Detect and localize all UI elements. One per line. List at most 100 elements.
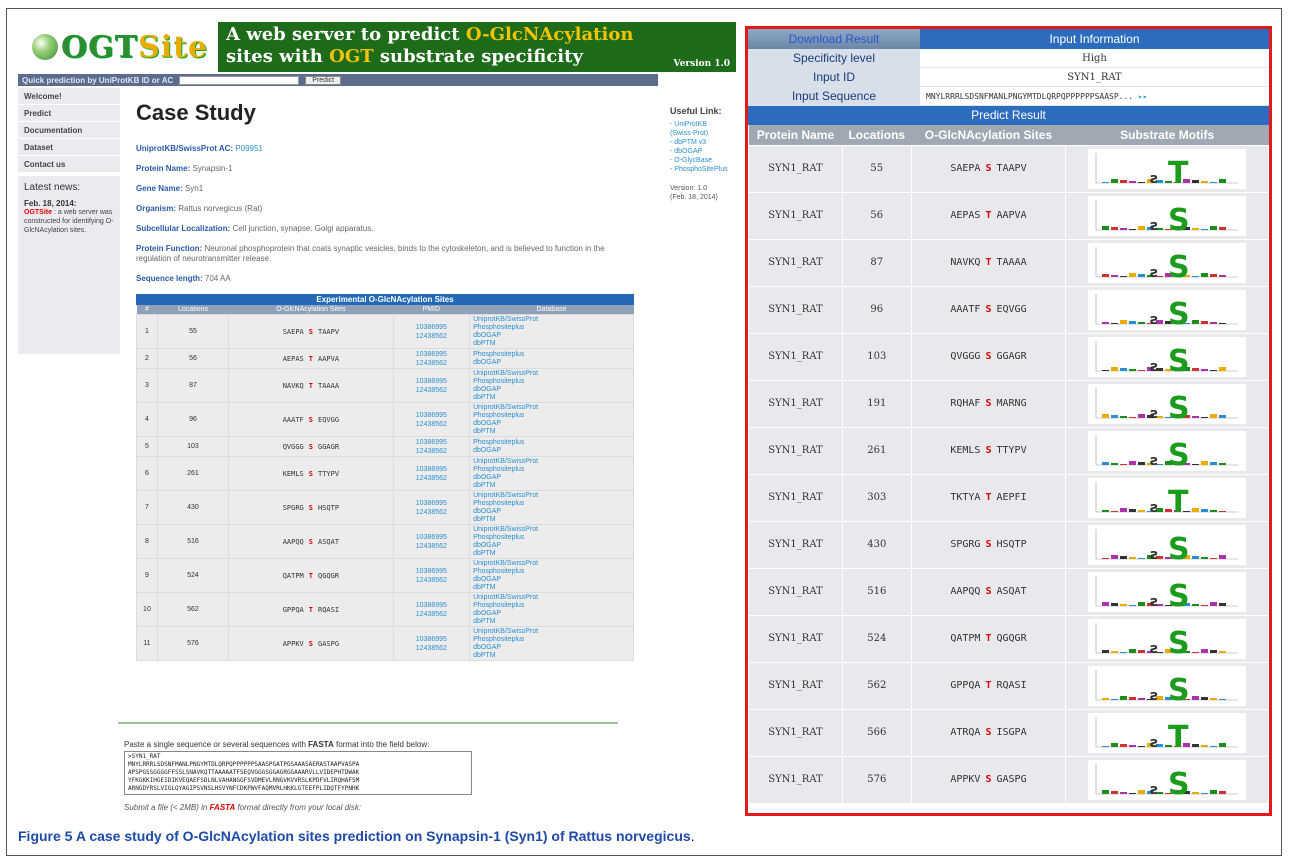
pmid-link[interactable]: 12438562 — [394, 644, 469, 653]
ac-link[interactable]: P09951 — [235, 144, 263, 153]
database-link[interactable]: Phosphositeplus — [473, 378, 633, 386]
database-link[interactable]: UniprotKB/SwissProt — [473, 628, 633, 636]
pmid-link[interactable]: 12438562 — [394, 508, 469, 517]
database-link[interactable]: dbPTM — [473, 652, 633, 660]
pmid-link[interactable]: 10386995 — [394, 377, 469, 386]
database-link[interactable]: dbOGAP — [473, 610, 633, 618]
sidebar-item-dataset[interactable]: Dataset — [18, 139, 120, 155]
database-link[interactable]: dbOGAP — [473, 420, 633, 428]
expand-icon[interactable]: ▸▸ — [1138, 92, 1148, 101]
sidebar-item-welcome[interactable]: Welcome! — [18, 88, 120, 104]
database-link[interactable]: Phosphositeplus — [473, 602, 633, 610]
pmid-link[interactable]: 10386995 — [394, 438, 469, 447]
exp-row-number: 11 — [136, 626, 158, 661]
predicted-site: TKTYA T AEPFI — [910, 473, 1067, 522]
useful-link[interactable]: - dbOGAP — [670, 147, 736, 156]
exp-row-number: 3 — [136, 368, 158, 403]
database-link[interactable]: UniprotKB/SwissProt — [473, 458, 633, 466]
database-link[interactable]: dbPTM — [473, 428, 633, 436]
protein-name: SYN1_RAT — [748, 379, 843, 428]
sidebar-item-predict[interactable]: Predict — [18, 105, 120, 121]
motif-dominant-residue: S — [1168, 297, 1190, 330]
database-link[interactable]: Phosphositeplus — [473, 412, 633, 420]
sequence-textarea[interactable]: >SYN1_RAT MNYLRRRLSDSNFMANLPNGYMTDLQRPQP… — [124, 751, 472, 795]
site-location: 103 — [841, 332, 912, 381]
useful-link[interactable]: - O-GlycBase — [670, 156, 736, 165]
substrate-motif: ƨS — [1065, 332, 1269, 381]
useful-link[interactable]: - dbPTM v3 — [670, 138, 736, 147]
database-link[interactable]: dbPTM — [473, 482, 633, 490]
useful-link[interactable]: (Swiss-Prot) — [670, 129, 736, 138]
pmid-link[interactable]: 10386995 — [394, 601, 469, 610]
motif-dominant-residue: S — [1168, 438, 1190, 471]
database-link[interactable]: UniprotKB/SwissProt — [473, 492, 633, 500]
database-link[interactable]: Phosphositeplus — [473, 568, 633, 576]
pmid-link[interactable]: 10386995 — [394, 635, 469, 644]
protein-name: SYN1_RAT — [748, 614, 843, 663]
pmid-link[interactable]: 12438562 — [394, 610, 469, 619]
pmid-link[interactable]: 10386995 — [394, 411, 469, 420]
database-link[interactable]: UniprotKB/SwissProt — [473, 560, 633, 568]
pmid-link[interactable]: 12438562 — [394, 332, 469, 341]
database-link[interactable]: dbOGAP — [473, 474, 633, 482]
database-link[interactable]: Phosphositeplus — [473, 500, 633, 508]
motif-logo: ƨS — [1088, 571, 1247, 612]
database-link[interactable]: Phosphositeplus — [473, 439, 633, 447]
database-link[interactable]: dbOGAP — [473, 386, 633, 394]
database-link[interactable]: dbOGAP — [473, 359, 633, 367]
pmid-link[interactable]: 10386995 — [394, 350, 469, 359]
field-length: Sequence length: 704 AA — [136, 274, 231, 283]
pmid-link[interactable]: 10386995 — [394, 465, 469, 474]
database-link[interactable]: UniprotKB/SwissProt — [473, 316, 633, 324]
exp-location: 103 — [156, 436, 230, 457]
exp-location: 56 — [156, 348, 230, 369]
database-link[interactable]: dbOGAP — [473, 542, 633, 550]
database-link[interactable]: Phosphositeplus — [473, 636, 633, 644]
database-link[interactable]: Phosphositeplus — [473, 534, 633, 542]
pmid-link[interactable]: 12438562 — [394, 447, 469, 456]
database-link[interactable]: UniprotKB/SwissProt — [473, 370, 633, 378]
pmid-link[interactable]: 12438562 — [394, 474, 469, 483]
pmid-link[interactable]: 10386995 — [394, 499, 469, 508]
sidebar-item-documentation[interactable]: Documentation — [18, 122, 120, 138]
useful-link[interactable]: - UniProtKB — [670, 120, 736, 129]
sidebar-item-contact[interactable]: Contact us — [18, 156, 120, 172]
database-link[interactable]: dbOGAP — [473, 447, 633, 455]
substrate-motif: ƨS — [1065, 285, 1269, 334]
database-link[interactable]: Phosphositeplus — [473, 351, 633, 359]
pmid-link[interactable]: 12438562 — [394, 576, 469, 585]
site-logo[interactable]: OGTSite — [18, 22, 218, 72]
database-link[interactable]: dbPTM — [473, 584, 633, 592]
pmid-link[interactable]: 10386995 — [394, 567, 469, 576]
pmid-link[interactable]: 12438562 — [394, 386, 469, 395]
pmid-link[interactable]: 12438562 — [394, 542, 469, 551]
database-link[interactable]: UniprotKB/SwissProt — [473, 526, 633, 534]
database-link[interactable]: dbOGAP — [473, 332, 633, 340]
site-residue: S — [308, 503, 313, 512]
database-link[interactable]: dbPTM — [473, 394, 633, 402]
download-result-button[interactable]: Download Result — [748, 29, 920, 49]
pmid-link[interactable]: 10386995 — [394, 533, 469, 542]
database-link[interactable]: dbPTM — [473, 340, 633, 348]
database-link[interactable]: Phosphositeplus — [473, 324, 633, 332]
database-link[interactable]: UniprotKB/SwissProt — [473, 404, 633, 412]
database-link[interactable]: dbPTM — [473, 550, 633, 558]
quick-prediction-input[interactable] — [179, 75, 300, 85]
database-link[interactable]: dbPTM — [473, 618, 633, 626]
database-link[interactable]: UniprotKB/SwissProt — [473, 594, 633, 602]
pmid-link[interactable]: 10386995 — [394, 323, 469, 332]
database-link[interactable]: dbOGAP — [473, 508, 633, 516]
protein-name: SYN1_RAT — [748, 191, 843, 240]
database-link[interactable]: Phosphositeplus — [473, 466, 633, 474]
pmid-link[interactable]: 12438562 — [394, 359, 469, 368]
protein-name: SYN1_RAT — [748, 661, 843, 710]
database-link[interactable]: dbPTM — [473, 516, 633, 524]
quick-predict-button[interactable]: Predict — [305, 75, 342, 85]
pmid-link[interactable]: 12438562 — [394, 420, 469, 429]
useful-link[interactable]: - PhosphoSitePlus — [670, 165, 736, 174]
protein-name: SYN1_RAT — [748, 238, 843, 287]
database-link[interactable]: dbOGAP — [473, 644, 633, 652]
site-left-flank: AAPQQ — [950, 586, 981, 597]
database-link[interactable]: dbOGAP — [473, 576, 633, 584]
exp-col-header: Database — [469, 305, 634, 315]
